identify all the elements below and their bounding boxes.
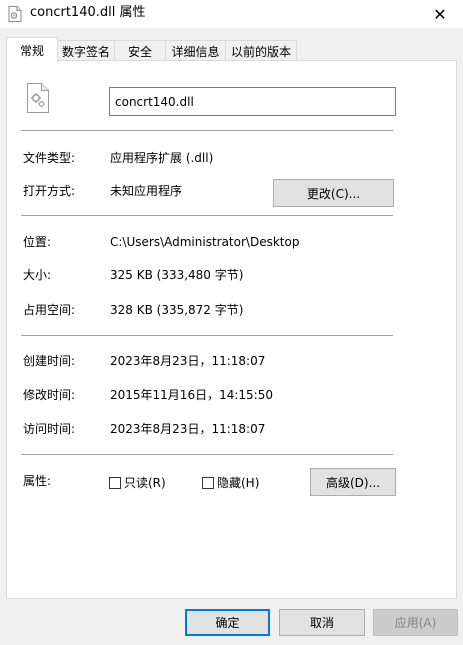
open-with-label: 打开方式: <box>23 184 76 198</box>
separator <box>21 454 393 455</box>
cancel-button-label: 取消 <box>309 616 334 630</box>
tab-label: 安全 <box>127 44 152 59</box>
disk-size-label: 占用空间: <box>23 303 76 317</box>
tab-label: 数字签名 <box>61 44 110 59</box>
separator <box>21 130 393 131</box>
close-button[interactable]: ✕ <box>417 0 463 28</box>
tab-details[interactable]: 详细信息 <box>165 40 226 61</box>
ok-button-label: 确定 <box>215 616 240 630</box>
accessed-value: 2023年8月23日，11:18:07 <box>110 422 266 436</box>
modified-label: 修改时间: <box>23 388 76 402</box>
tab-general[interactable]: 常规 <box>6 37 58 62</box>
disk-size-value: 328 KB (335,872 字节) <box>110 303 244 317</box>
created-label: 创建时间: <box>23 354 76 368</box>
apply-button: 应用(A) <box>373 609 458 636</box>
readonly-label[interactable]: 只读(R) <box>124 475 166 491</box>
tab-security[interactable]: 安全 <box>114 40 166 61</box>
tab-digital-signatures[interactable]: 数字签名 <box>57 40 115 61</box>
general-tab-panel: 文件类型: 应用程序扩展 (.dll) 打开方式: 未知应用程序 更改(C)..… <box>6 60 457 599</box>
dll-file-icon <box>8 6 22 22</box>
change-button-label: 更改(C)... <box>306 186 361 201</box>
tab-label: 以前的版本 <box>230 44 291 59</box>
tab-label: 常规 <box>19 43 44 58</box>
change-button[interactable]: 更改(C)... <box>273 179 394 207</box>
hidden-checkbox[interactable] <box>202 477 214 489</box>
attributes-label: 属性: <box>23 474 52 488</box>
cancel-button[interactable]: 取消 <box>279 609 365 636</box>
separator <box>21 215 393 216</box>
ok-button[interactable]: 确定 <box>185 609 270 636</box>
location-value: C:\Users\Administrator\Desktop <box>110 235 300 249</box>
size-value: 325 KB (333,480 字节) <box>110 268 244 282</box>
advanced-button[interactable]: 高级(D)... <box>310 468 396 496</box>
window-title: concrt140.dll 属性 <box>30 5 146 20</box>
modified-value: 2015年11月16日，14:15:50 <box>110 388 273 402</box>
title-bar[interactable]: concrt140.dll 属性 ✕ <box>0 0 463 28</box>
hidden-label[interactable]: 隐藏(H) <box>217 475 259 491</box>
file-type-label: 文件类型: <box>23 151 76 165</box>
apply-button-label: 应用(A) <box>394 616 437 630</box>
tab-previous-versions[interactable]: 以前的版本 <box>225 40 297 61</box>
file-type-value: 应用程序扩展 (.dll) <box>110 151 214 165</box>
size-label: 大小: <box>23 268 52 282</box>
properties-dialog: concrt140.dll 属性 ✕ 常规 数字签名 安全 详细信息 以前的版本 <box>0 0 463 645</box>
tab-strip: 常规 数字签名 安全 详细信息 以前的版本 <box>6 37 457 62</box>
open-with-value: 未知应用程序 <box>110 184 183 198</box>
created-value: 2023年8月23日，11:18:07 <box>110 354 266 368</box>
readonly-checkbox[interactable] <box>109 477 121 489</box>
accessed-label: 访问时间: <box>23 422 76 436</box>
dll-file-gear-icon <box>27 83 49 113</box>
advanced-button-label: 高级(D)... <box>325 475 381 490</box>
separator <box>21 335 393 336</box>
tab-label: 详细信息 <box>171 44 220 59</box>
location-label: 位置: <box>23 235 52 249</box>
filename-input[interactable] <box>109 87 396 116</box>
close-icon: ✕ <box>433 4 447 24</box>
